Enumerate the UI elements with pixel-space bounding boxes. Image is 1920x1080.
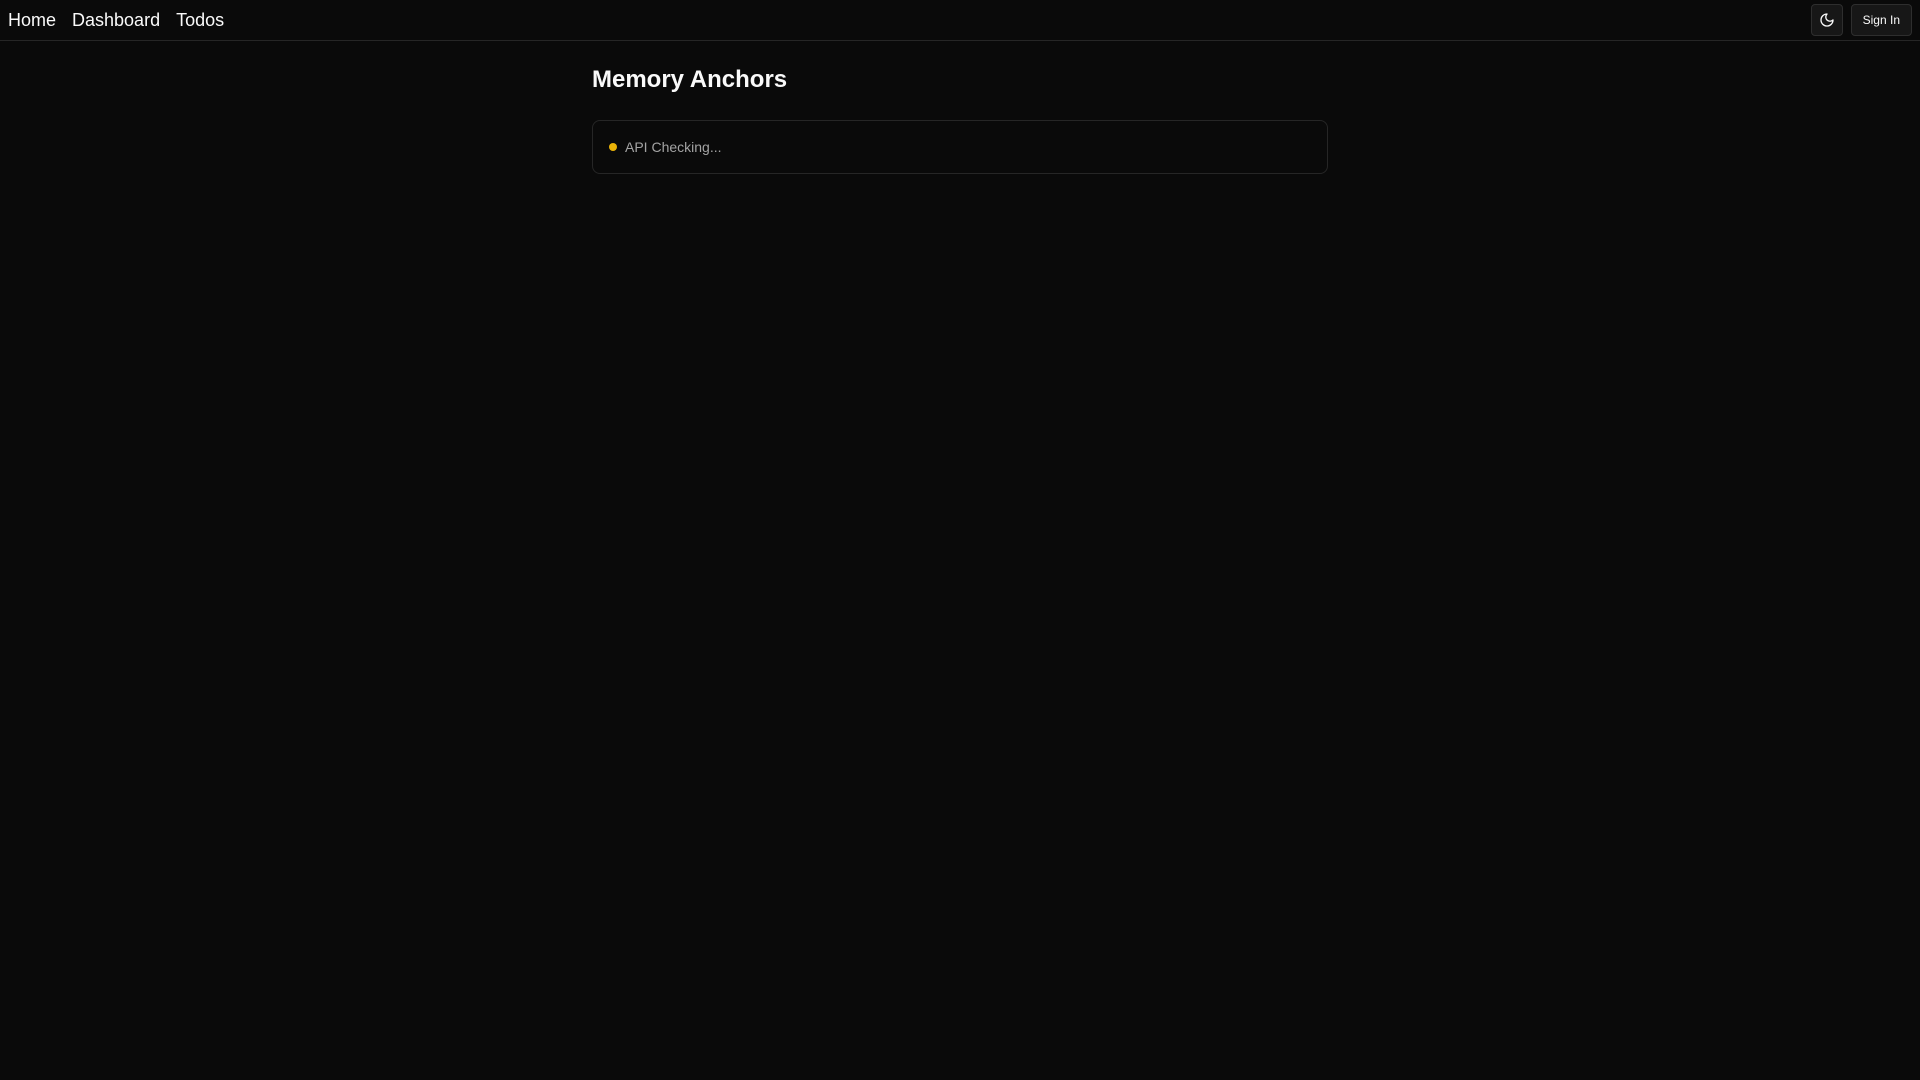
api-status-card: API Checking... bbox=[592, 120, 1328, 174]
nav-link-todos[interactable]: Todos bbox=[176, 10, 224, 30]
main-nav: Home Dashboard Todos bbox=[8, 10, 224, 30]
sign-in-button[interactable]: Sign In bbox=[1850, 4, 1912, 36]
top-navbar: Home Dashboard Todos Sign In bbox=[0, 0, 1920, 41]
main-content: Memory Anchors API Checking... bbox=[592, 41, 1328, 174]
status-indicator-dot bbox=[609, 143, 617, 151]
theme-toggle-button[interactable] bbox=[1810, 4, 1843, 36]
nav-link-home[interactable]: Home bbox=[8, 10, 56, 30]
header-actions: Sign In bbox=[1810, 4, 1912, 36]
nav-link-dashboard[interactable]: Dashboard bbox=[72, 10, 160, 30]
page-title: Memory Anchors bbox=[592, 66, 788, 93]
api-status-text: API Checking... bbox=[625, 139, 722, 155]
moon-icon bbox=[1820, 13, 1834, 27]
